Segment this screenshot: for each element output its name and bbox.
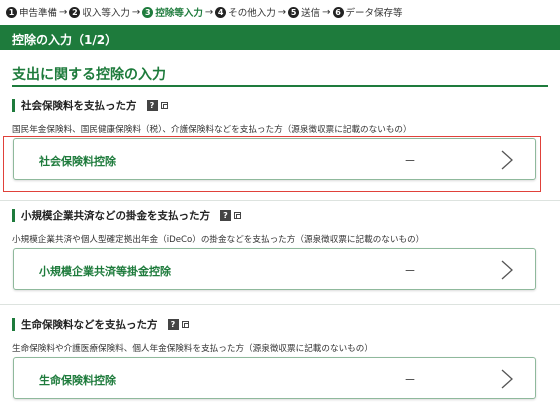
new-window-icon[interactable]	[234, 211, 241, 219]
card-value: －	[404, 264, 417, 278]
life-insurance-deduction-button[interactable]: 生命保険料控除 －	[13, 357, 536, 399]
step-label: 収入等入力	[82, 8, 130, 19]
step-label: その他入力	[228, 8, 276, 19]
help-icon[interactable]: ?	[146, 99, 158, 111]
step-3: 3 控除等入力	[142, 5, 203, 19]
card-label: 小規模企業共済等掛金控除	[39, 265, 171, 278]
arrow-right-icon: →	[204, 6, 214, 18]
heading-bar	[12, 317, 15, 331]
group-description: 小規模企業共済や個人型確定拠出年金（iDeCo）の掛金などを支払った方（源泉徴収…	[12, 235, 425, 245]
step-number: 1	[6, 6, 17, 18]
help-icon[interactable]: ?	[167, 318, 179, 330]
step-label: 送信	[301, 8, 321, 19]
small-business-mutual-aid-deduction-button[interactable]: 小規模企業共済等掛金控除 －	[13, 248, 536, 290]
step-5: 5 送信	[288, 5, 320, 19]
page-title: 控除の入力（1/2）	[12, 33, 118, 47]
group-title: 社会保険料を支払った方	[21, 99, 137, 112]
chevron-right-icon	[501, 260, 513, 280]
arrow-right-icon: →	[59, 6, 68, 18]
group-heading: 小規模企業共済などの掛金を支払った方 ?	[12, 208, 241, 222]
section-title: 支出に関する控除の入力	[12, 67, 166, 83]
group-heading: 社会保険料を支払った方 ?	[12, 98, 168, 112]
selection-highlight	[3, 136, 541, 192]
step-2: 2 収入等入力	[69, 5, 130, 19]
section-divider	[12, 85, 548, 87]
step-1: 1 申告準備	[6, 5, 57, 19]
chevron-right-icon	[501, 369, 513, 389]
new-window-icon[interactable]	[181, 320, 189, 328]
page-header: 控除の入力（1/2）	[0, 25, 560, 50]
card-label: 生命保険料控除	[39, 374, 116, 387]
step-progress: 1 申告準備 → 2 収入等入力 → 3 控除等入力 → 4 その他入力 → 5 送信 →…	[6, 3, 403, 21]
arrow-right-icon: →	[322, 6, 331, 18]
group-description: 国民年金保険料、国民健康保険料（税）、介護保険料などを支払った方（源泉徴収票に記…	[12, 125, 412, 135]
step-label: 申告準備	[19, 8, 58, 19]
help-icon[interactable]: ?	[220, 209, 231, 221]
heading-bar	[12, 98, 15, 112]
step-6: 6 データ保存等	[332, 5, 403, 19]
step-label: データ保存等	[345, 8, 403, 19]
group-divider	[0, 200, 560, 201]
heading-bar	[12, 208, 15, 222]
step-label: 控除等入力	[155, 8, 203, 19]
group-heading: 生命保険料などを支払った方 ?	[12, 317, 189, 331]
new-window-icon[interactable]	[160, 101, 168, 109]
step-4: 4 その他入力	[215, 5, 276, 19]
group-divider	[0, 304, 560, 305]
step-number: 2	[69, 6, 81, 18]
group-title: 生命保険料などを支払った方	[21, 318, 158, 331]
group-title: 小規模企業共済などの掛金を支払った方	[21, 209, 210, 222]
arrow-right-icon: →	[131, 6, 141, 18]
step-number: 4	[215, 6, 227, 18]
step-number: 3	[142, 6, 154, 18]
arrow-right-icon: →	[277, 6, 287, 18]
step-number: 5	[288, 6, 300, 18]
card-value: －	[404, 373, 417, 387]
step-number: 6	[332, 6, 344, 18]
group-description: 生命保険料や介護医療保険料、個人年金保険料を支払った方（源泉徴収票に記載のないも…	[12, 344, 373, 354]
